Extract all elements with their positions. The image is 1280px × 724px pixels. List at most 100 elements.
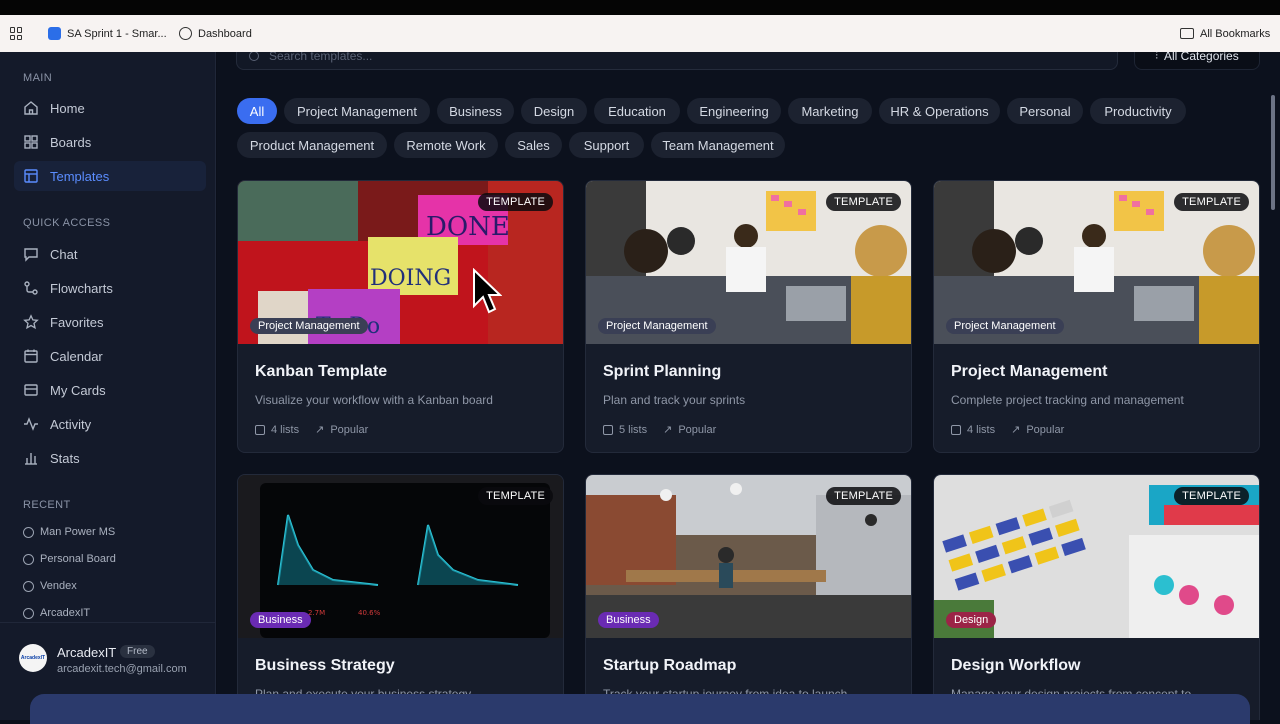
lists-icon: [603, 424, 613, 435]
chip-engineering[interactable]: Engineering: [687, 98, 781, 124]
section-title-recent: RECENT: [23, 499, 71, 511]
lists-count: 4 lists: [271, 423, 300, 436]
template-card[interactable]: TEMPLATE Design Design Workflow Manage y…: [933, 474, 1260, 720]
main-scrollbar[interactable]: [1271, 95, 1275, 210]
folder-icon: [1180, 28, 1194, 39]
chip-sales[interactable]: Sales: [505, 132, 562, 158]
sidebar-item-boards[interactable]: Boards: [14, 127, 206, 157]
sidebar-item-activity[interactable]: Activity: [14, 409, 206, 439]
card-title: Startup Roadmap: [603, 657, 737, 674]
chip-remote-work[interactable]: Remote Work: [394, 132, 498, 158]
chip-design[interactable]: Design: [521, 98, 587, 124]
bookmark-dashboard[interactable]: Dashboard: [179, 15, 252, 52]
home-icon: [23, 100, 39, 116]
bookmark-label: SA Sprint 1 - Smar...: [67, 27, 167, 40]
card-title: Kanban Template: [255, 363, 388, 380]
popular-label: Popular: [1026, 423, 1065, 436]
chip-marketing[interactable]: Marketing: [788, 98, 872, 124]
chip-support[interactable]: Support: [569, 132, 644, 158]
sidebar-item-label: Home: [50, 100, 85, 116]
template-badge: TEMPLATE: [478, 487, 553, 505]
card-title: Sprint Planning: [603, 363, 722, 380]
all-categories-button[interactable]: ⫶ All Categories: [1134, 52, 1260, 70]
sidebar-item-label: Chat: [50, 246, 78, 262]
calendar-icon: [23, 348, 39, 364]
user-name: ArcadexIT: [57, 645, 117, 660]
svg-text:DOING: DOING: [370, 266, 451, 291]
sidebar-item-stats[interactable]: Stats: [14, 443, 206, 473]
chip-team-management[interactable]: Team Management: [651, 132, 785, 158]
sidebar-item-favorites[interactable]: Favorites: [14, 307, 206, 337]
main-content: Search templates... ⫶ All Categories All…: [217, 52, 1280, 720]
category-tag: Business: [250, 612, 311, 628]
svg-text:40.6%: 40.6%: [358, 609, 381, 617]
chip-business[interactable]: Business: [437, 98, 514, 124]
template-card[interactable]: DONE DOING To Do TEMPLATE Project Manage…: [237, 180, 564, 453]
all-categories-label: All Categories: [1164, 52, 1239, 63]
template-badge: TEMPLATE: [826, 193, 901, 211]
sidebar-item-label: Boards: [50, 134, 92, 150]
chip-all[interactable]: All: [237, 98, 277, 124]
sidebar: MAIN Home Boards Templates QUICK ACCESS …: [0, 52, 216, 720]
template-card[interactable]: TEMPLATE Project Management Sprint Plann…: [585, 180, 912, 453]
sidebar-item-flowcharts[interactable]: Flowcharts: [14, 273, 206, 303]
template-badge: TEMPLATE: [1174, 193, 1249, 211]
trending-icon: ↗: [315, 424, 325, 436]
sidebar-item-templates[interactable]: Templates: [14, 161, 206, 191]
template-badge: TEMPLATE: [1174, 487, 1249, 505]
chip-education[interactable]: Education: [594, 98, 680, 124]
sidebar-item-label: Calendar: [50, 348, 103, 364]
search-input[interactable]: Search templates...: [236, 52, 1118, 70]
recent-item-personal-board[interactable]: Personal Board: [23, 553, 116, 565]
recent-item-arcadexit[interactable]: ArcadexIT: [23, 607, 90, 619]
lists-icon: [951, 424, 961, 435]
section-title-quick-access: QUICK ACCESS: [23, 217, 111, 229]
category-tag: Project Management: [598, 318, 716, 334]
card-description: Complete project tracking and management: [951, 393, 1184, 407]
sidebar-item-label: Favorites: [50, 314, 104, 330]
sidebar-item-label: My Cards: [50, 382, 106, 398]
sidebar-item-chat[interactable]: Chat: [14, 239, 206, 269]
globe-icon: [179, 27, 192, 40]
search-icon: [249, 52, 259, 61]
svg-text:2.7M: 2.7M: [308, 609, 325, 617]
card-meta: 4 lists ↗ Popular: [951, 423, 1064, 436]
clock-icon: [23, 526, 34, 538]
card-title: Business Strategy: [255, 657, 395, 674]
recent-item-vendex[interactable]: Vendex: [23, 580, 77, 592]
chip-personal[interactable]: Personal: [1007, 98, 1083, 124]
recent-item-man-power-ms[interactable]: Man Power MS: [23, 526, 115, 538]
category-tag: Project Management: [946, 318, 1064, 334]
avatar: ArcadexIT: [19, 644, 47, 672]
card-title: Project Management: [951, 363, 1108, 380]
chip-product-management[interactable]: Product Management: [237, 132, 387, 158]
stats-icon: [23, 450, 39, 466]
template-card[interactable]: TEMPLATE Business Startup Roadmap Track …: [585, 474, 912, 720]
chip-hr-operations[interactable]: HR & Operations: [879, 98, 1000, 124]
template-card[interactable]: 2.7M 40.6% TEMPLATE Business Business St…: [237, 474, 564, 720]
category-tag: Design: [946, 612, 997, 628]
apps-grid-icon[interactable]: [10, 27, 23, 40]
browser-top-edge: [0, 0, 1280, 15]
lists-count: 5 lists: [619, 423, 648, 436]
template-card[interactable]: TEMPLATE Project Management Project Mana…: [933, 180, 1260, 453]
trending-icon: ↗: [1011, 424, 1021, 436]
bookmark-sa-sprint[interactable]: SA Sprint 1 - Smar...: [48, 15, 167, 52]
app-favicon-icon: [48, 27, 61, 40]
chip-productivity[interactable]: Productivity: [1090, 98, 1186, 124]
chip-project-management[interactable]: Project Management: [284, 98, 430, 124]
sidebar-item-home[interactable]: Home: [14, 93, 206, 123]
clock-icon: [23, 607, 34, 619]
all-bookmarks-button[interactable]: All Bookmarks: [1180, 15, 1270, 52]
card-meta: 4 lists ↗ Popular: [255, 423, 368, 436]
category-tag: Business: [598, 612, 659, 628]
recent-item-label: Personal Board: [40, 553, 116, 565]
trending-icon: ↗: [663, 424, 673, 436]
bookmarks-bar: SA Sprint 1 - Smar... Dashboard All Book…: [0, 15, 1280, 52]
sidebar-item-my-cards[interactable]: My Cards: [14, 375, 206, 405]
popular-label: Popular: [330, 423, 369, 436]
sidebar-item-calendar[interactable]: Calendar: [14, 341, 206, 371]
chat-icon: [23, 246, 39, 262]
all-bookmarks-label: All Bookmarks: [1200, 27, 1271, 40]
bookmark-label: Dashboard: [198, 27, 252, 40]
